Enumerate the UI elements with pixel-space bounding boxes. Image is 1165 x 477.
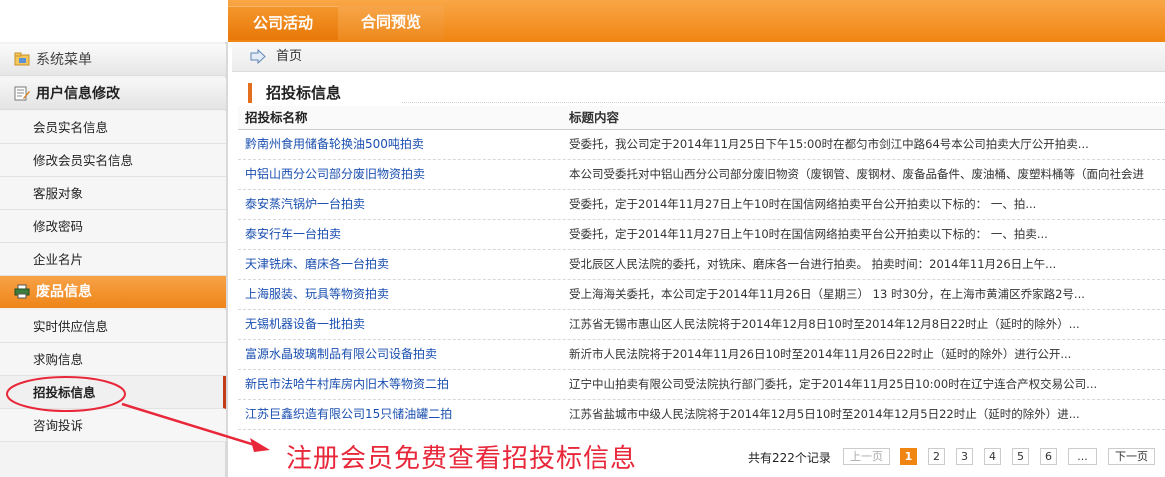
arrow-right-icon (250, 49, 266, 64)
table-row[interactable]: 富源水晶玻璃制品有限公司设备拍卖 新沂市人民法院将于2014年11月26日10时… (238, 340, 1165, 370)
table-row[interactable]: 泰安蒸汽锅炉一台拍卖 受委托，定于2014年11月27日上午10时在国信网络拍卖… (238, 190, 1165, 220)
bid-title-link[interactable]: 泰安蒸汽锅炉一台拍卖 (245, 190, 565, 219)
page: 公司活动 合同预览 系统菜单 用户信息修改 会员实名信息 修改会员实名信息 客服… (0, 0, 1165, 477)
bidding-table: 招投标名称 标题内容 黔南州食用储备轮换油500吨拍卖 受委托，我公司定于201… (238, 106, 1165, 430)
column-header-name: 招投标名称 (245, 110, 308, 125)
bid-title-link[interactable]: 新民市法哈牛村库房内旧木等物资二拍 (245, 370, 565, 399)
bid-summary: 受委托，定于2014年11月27日上午10时在国信网络拍卖平台公开拍卖以下标的：… (569, 227, 1048, 241)
sidebar-menu-title-label: 系统菜单 (36, 52, 92, 68)
edit-document-icon (14, 86, 30, 101)
folder-icon (14, 52, 30, 66)
record-count: 共有222个记录 (748, 451, 831, 465)
sidebar-menu-title: 系统菜单 (0, 44, 226, 76)
page-button-4[interactable]: 4 (984, 448, 1001, 465)
bid-title-link[interactable]: 泰安行车一台拍卖 (245, 220, 565, 249)
sidebar-section-waste-info-label: 废品信息 (36, 284, 92, 300)
bid-title-link[interactable]: 江苏巨鑫织造有限公司15只储油罐二拍 (245, 400, 565, 429)
bid-title-link[interactable]: 中铝山西分公司部分废旧物资拍卖 (245, 160, 565, 189)
table-row[interactable]: 新民市法哈牛村库房内旧木等物资二拍 辽宁中山拍卖有限公司受法院执行部门委托，定于… (238, 370, 1165, 400)
sidebar-section-user-info-label: 用户信息修改 (36, 86, 120, 102)
printer-icon (14, 284, 30, 299)
table-row[interactable]: 无锡机器设备一批拍卖 江苏省无锡市惠山区人民法院将于2014年12月8日10时至… (238, 310, 1165, 340)
bid-summary: 江苏省无锡市惠山区人民法院将于2014年12月8日10时至2014年12月8日2… (569, 317, 1080, 331)
page-button-6[interactable]: 6 (1040, 448, 1057, 465)
breadcrumb-home[interactable]: 首页 (276, 42, 302, 72)
annotation-text: 注册会员免费查看招投标信息 (286, 444, 638, 474)
bid-summary: 辽宁中山拍卖有限公司受法院执行部门委托，定于2014年11月25日10:00时在… (569, 377, 1098, 391)
bid-summary: 受委托，我公司定于2014年11月25日下午15:00时在都匀市剑江中路64号本… (569, 137, 1089, 151)
page-button-3[interactable]: 3 (956, 448, 973, 465)
sidebar: 系统菜单 用户信息修改 会员实名信息 修改会员实名信息 客服对象 修改密码 企业… (0, 42, 228, 477)
top-nav-bar: 公司活动 合同预览 (0, 0, 1165, 42)
page-button-1[interactable]: 1 (900, 448, 917, 465)
sidebar-section-user-info[interactable]: 用户信息修改 (0, 78, 226, 110)
bid-summary: 新沂市人民法院将于2014年11月26日10时至2014年11月26日22时止（… (569, 347, 1072, 361)
breadcrumb: 首页 (232, 42, 1165, 72)
prev-page-button[interactable]: 上一页 (843, 448, 890, 465)
column-header-content: 标题内容 (569, 110, 620, 125)
table-row[interactable]: 天津铣床、磨床各一台拍卖 受北辰区人民法院的委托，对铣床、磨床各一台进行拍卖。 … (238, 250, 1165, 280)
sidebar-item-complaints[interactable]: 咨询投诉 (0, 409, 226, 442)
sidebar-section-waste-info[interactable]: 废品信息 (0, 276, 226, 308)
bid-summary: 受北辰区人民法院的委托，对铣床、磨床各一台进行拍卖。 拍卖时间：2014年11月… (569, 257, 1057, 271)
sidebar-item-purchase[interactable]: 求购信息 (0, 343, 226, 376)
sidebar-item-realtime-supply[interactable]: 实时供应信息 (0, 310, 226, 343)
bid-title-link[interactable]: 上海服装、玩具等物资拍卖 (245, 280, 565, 309)
sidebar-item-edit-realname[interactable]: 修改会员实名信息 (0, 144, 226, 177)
bid-title-link[interactable]: 富源水晶玻璃制品有限公司设备拍卖 (245, 340, 565, 369)
bid-summary: 受上海海关委托，本公司定于2014年11月26日（星期三） 13 时30分，在上… (569, 287, 1085, 301)
bid-title-link[interactable]: 天津铣床、磨床各一台拍卖 (245, 250, 565, 279)
section-title: 招投标信息 (266, 84, 342, 102)
bid-summary: 江苏省盐城市中级人民法院将于2014年12月5日10时至2014年12月5日22… (569, 407, 1080, 421)
sidebar-item-member-realname[interactable]: 会员实名信息 (0, 111, 226, 144)
main-content: 招投标信息 招投标名称 标题内容 黔南州食用储备轮换油500吨拍卖 受委托，我公… (232, 73, 1165, 477)
table-row[interactable]: 江苏巨鑫织造有限公司15只储油罐二拍 江苏省盐城市中级人民法院将于2014年12… (238, 400, 1165, 430)
bid-summary: 受委托，定于2014年11月27日上午10时在国信网络拍卖平台公开拍卖以下标的：… (569, 197, 1037, 211)
table-header: 招投标名称 标题内容 (238, 106, 1165, 130)
table-row[interactable]: 泰安行车一台拍卖 受委托，定于2014年11月27日上午10时在国信网络拍卖平台… (238, 220, 1165, 250)
section-divider (402, 102, 1165, 105)
table-row[interactable]: 上海服装、玩具等物资拍卖 受上海海关委托，本公司定于2014年11月26日（星期… (238, 280, 1165, 310)
sidebar-item-change-password[interactable]: 修改密码 (0, 210, 226, 243)
bid-summary: 本公司受委托对中铝山西分公司部分废旧物资（废钢管、废钢材、废备品备件、废油桶、废… (569, 167, 1144, 181)
page-button-5[interactable]: 5 (1012, 448, 1029, 465)
sidebar-item-business-card[interactable]: 企业名片 (0, 243, 226, 276)
tab-contract-preview[interactable]: 合同预览 (338, 6, 444, 40)
sidebar-item-customer-target[interactable]: 客服对象 (0, 177, 226, 210)
page-button-2[interactable]: 2 (928, 448, 945, 465)
bid-title-link[interactable]: 黔南州食用储备轮换油500吨拍卖 (245, 130, 565, 159)
bid-title-link[interactable]: 无锡机器设备一批拍卖 (245, 310, 565, 339)
page-ellipsis: ... (1068, 448, 1097, 465)
table-row[interactable]: 黔南州食用储备轮换油500吨拍卖 受委托，我公司定于2014年11月25日下午1… (238, 130, 1165, 160)
table-row[interactable]: 中铝山西分公司部分废旧物资拍卖 本公司受委托对中铝山西分公司部分废旧物资（废钢管… (238, 160, 1165, 190)
section-marker (248, 83, 252, 103)
tab-company-activity[interactable]: 公司活动 (228, 6, 338, 40)
next-page-button[interactable]: 下一页 (1108, 448, 1155, 465)
top-nav-spacer (0, 0, 228, 42)
sidebar-item-bidding[interactable]: 招投标信息 (0, 376, 226, 409)
